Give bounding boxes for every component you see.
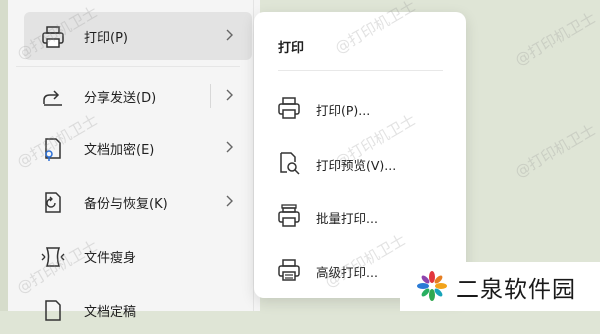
submenu-item-label: 批量打印...: [316, 211, 378, 226]
menu-item-encrypt[interactable]: 文档加密(E): [24, 124, 252, 172]
submenu-item-print[interactable]: 打印(P)...: [274, 88, 454, 128]
menu-item-label: 文档定稿: [84, 304, 137, 320]
printer-icon: [278, 97, 300, 119]
window-background: [0, 0, 8, 311]
watermark-text: @打印机卫士: [511, 120, 599, 182]
submenu-item-print-preview[interactable]: 打印预览(V)...: [274, 143, 454, 183]
chevron-right-icon[interactable]: [224, 88, 234, 102]
submenu-item-label: 打印(P)...: [316, 103, 371, 118]
printer-icon: [42, 26, 64, 48]
print-submenu: 打印 打印(P)... 打印预览(V)... 批量打印... 高级打印...: [254, 12, 466, 298]
backup-restore-icon: [45, 192, 61, 213]
submenu-item-batch-print[interactable]: 批量打印...: [274, 196, 454, 236]
file-slim-icon: [41, 247, 65, 267]
chevron-right-icon: [226, 141, 233, 153]
menu-item-label: 打印(P): [84, 30, 128, 46]
menu-item-label: 文件瘦身: [84, 250, 137, 266]
submenu-title: 打印: [278, 41, 305, 56]
site-name: 二泉软件园: [456, 277, 576, 303]
menu-item-label: 备份与恢复(K): [84, 196, 168, 212]
menu-item-share[interactable]: 分享发送(D): [24, 72, 252, 120]
menu-item-print[interactable]: 打印(P): [24, 12, 252, 60]
menu-item-finalize[interactable]: 文档定稿: [24, 286, 252, 334]
menu-item-label: 文档加密(E): [84, 142, 155, 158]
chevron-right-icon: [226, 29, 233, 41]
submenu-item-label: 打印预览(V)...: [316, 158, 397, 173]
chevron-right-icon: [226, 195, 233, 207]
share-icon: [43, 90, 62, 106]
submenu-item-label: 高级打印...: [316, 265, 378, 280]
site-logo-banner: 二泉软件园: [400, 262, 600, 311]
print-preview-icon: [280, 152, 300, 175]
document-finalize-icon: [45, 300, 61, 321]
watermark-text: @打印机卫士: [511, 8, 599, 70]
pinwheel-logo-icon: [417, 271, 447, 301]
menu-item-file-slim[interactable]: 文件瘦身: [24, 232, 252, 280]
submenu-divider: [278, 70, 443, 71]
menu-item-backup[interactable]: 备份与恢复(K): [24, 178, 252, 226]
batch-print-icon: [278, 204, 300, 227]
file-menu-panel: 打印(P) 分享发送(D) 文档加密(E) 备份与恢复(K) 文件瘦身 文档定稿: [8, 0, 260, 321]
split-divider: [210, 84, 211, 108]
document-lock-icon: [45, 138, 61, 161]
menu-item-label: 分享发送(D): [84, 90, 157, 106]
menu-divider: [16, 66, 240, 67]
advanced-print-icon: [278, 259, 300, 281]
